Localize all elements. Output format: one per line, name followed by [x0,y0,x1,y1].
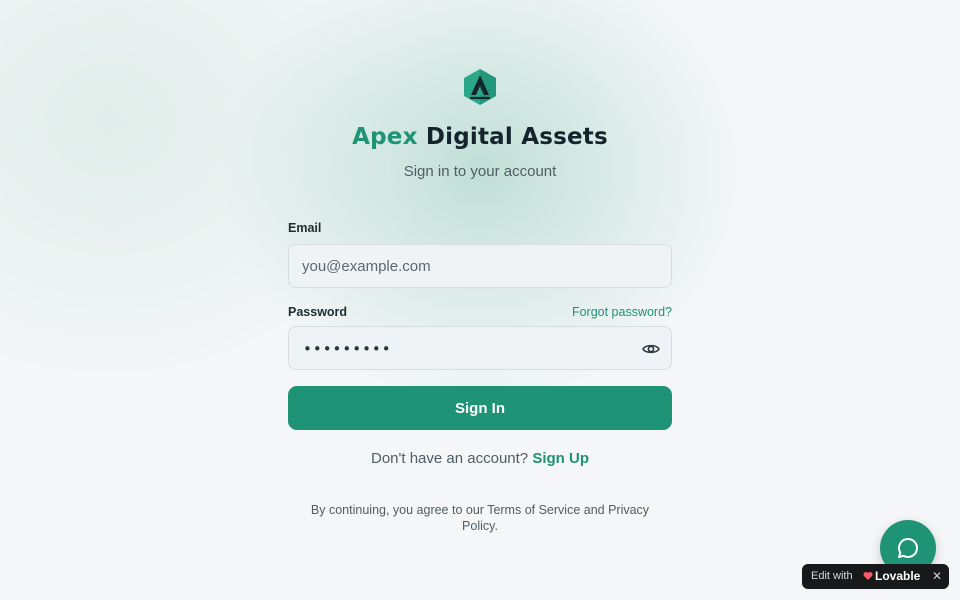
page-subtitle: Sign in to your account [403,163,557,180]
app-title-accent: Apex [352,124,418,150]
edit-with-lovable-badge[interactable]: Edit with Lovable ✕ [802,564,949,589]
email-label: Email [288,221,322,235]
sign-in-button[interactable]: Sign In [288,386,672,430]
chat-bubble-icon [897,537,918,558]
badge-close-icon[interactable]: ✕ [932,569,942,583]
password-field[interactable]: ••••••••• [288,326,672,370]
eye-icon[interactable] [641,339,661,359]
legal-notice: By continuing, you agree to our Terms of… [310,503,650,533]
app-title-rest: Digital Assets [425,124,608,150]
email-field[interactable] [289,245,671,287]
email-field-wrapper [288,244,672,288]
hexagon-logo-icon [464,69,496,105]
password-value: ••••••••• [303,340,392,358]
password-label: Password [288,305,348,319]
signup-prompt-text: Don't have an account? [371,450,529,467]
forgot-password-link[interactable]: Forgot password? [572,305,672,319]
app-title: Apex Digital Assets [288,124,672,150]
lovable-heart-icon [863,572,873,580]
badge-prefix: Edit with [811,570,853,582]
badge-name: Lovable [875,569,921,583]
sign-up-link[interactable]: Sign Up [532,450,589,467]
signup-prompt: Don't have an account? Sign Up [288,450,672,467]
